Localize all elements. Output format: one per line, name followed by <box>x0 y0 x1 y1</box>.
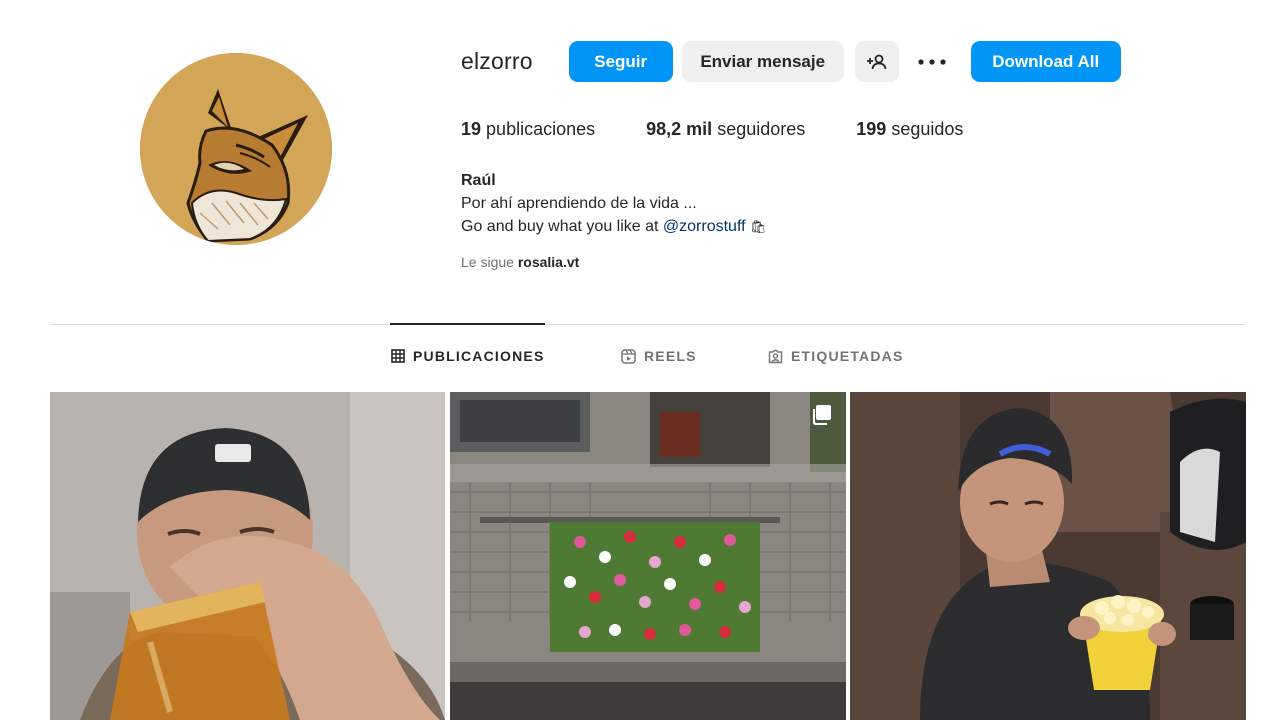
add-user-icon <box>866 54 887 69</box>
photo-flower-bed <box>450 392 846 720</box>
followed-by[interactable]: Le sigue rosalia.vt <box>461 254 579 270</box>
active-tab-indicator <box>390 323 545 325</box>
suggested-users-button[interactable] <box>854 41 899 82</box>
profile-avatar[interactable] <box>140 53 332 245</box>
tab-publicaciones[interactable]: PUBLICACIONES <box>391 348 545 364</box>
tab-label: ETIQUETADAS <box>791 348 904 364</box>
bio-line-1: Por ahí aprendiendo de la vida ... <box>461 195 697 212</box>
tab-label: PUBLICACIONES <box>413 348 545 364</box>
followers-label: seguidores <box>717 119 806 139</box>
followed-by-user: rosalia.vt <box>517 254 580 270</box>
posts-grid <box>50 392 1246 720</box>
followers-count: 98,2 mil <box>646 119 713 139</box>
download-all-button[interactable]: Download All <box>970 41 1121 82</box>
grid-icon <box>391 349 405 363</box>
tab-label: REELS <box>644 348 697 364</box>
profile-header: elzorro Seguir Enviar mensaje Download A… <box>461 41 1121 82</box>
following-label: seguidos <box>891 119 964 139</box>
tab-reels[interactable]: REELS <box>621 348 697 364</box>
follow-button[interactable]: Seguir <box>568 41 673 82</box>
profile-tabs: PUBLICACIONES REELS ETIQUETADAS <box>0 348 1280 368</box>
posts-stat: 19 publicaciones <box>461 119 595 140</box>
posts-count: 19 <box>461 119 482 139</box>
more-icon <box>918 58 946 65</box>
photo-man-drinking <box>50 392 445 720</box>
shopping-bag-emoji: 🛍 <box>750 219 767 234</box>
followers-stat[interactable]: 98,2 mil seguidores <box>646 119 805 140</box>
profile-bio: Raúl Por ahí aprendiendo de la vida ... … <box>461 169 767 238</box>
more-options-button[interactable] <box>913 41 951 82</box>
section-divider <box>50 324 1245 325</box>
followed-by-prefix: Le sigue <box>461 254 514 270</box>
following-stat[interactable]: 199 seguidos <box>856 119 963 140</box>
carousel-icon <box>810 404 832 426</box>
username: elzorro <box>461 48 533 74</box>
post-thumbnail-2[interactable] <box>450 392 846 720</box>
photo-man-popcorn <box>850 392 1246 720</box>
fox-logo <box>140 53 332 245</box>
tab-etiquetadas[interactable]: ETIQUETADAS <box>768 348 904 364</box>
post-thumbnail-1[interactable] <box>50 392 445 720</box>
reels-icon <box>621 348 636 364</box>
posts-label: publicaciones <box>486 119 596 139</box>
send-message-button[interactable]: Enviar mensaje <box>681 41 844 82</box>
post-thumbnail-3[interactable] <box>850 392 1246 720</box>
following-count: 199 <box>856 119 887 139</box>
bio-line-2-prefix: Go and buy what you like at <box>461 218 659 235</box>
profile-stats: 19 publicaciones 98,2 mil seguidores 199… <box>461 119 1014 140</box>
bio-mention-link[interactable]: @zorrostuff <box>663 218 746 235</box>
bio-line-2: Go and buy what you like at @zorrostuff … <box>461 215 767 238</box>
tagged-icon <box>768 349 783 363</box>
display-name: Raúl <box>461 172 496 189</box>
